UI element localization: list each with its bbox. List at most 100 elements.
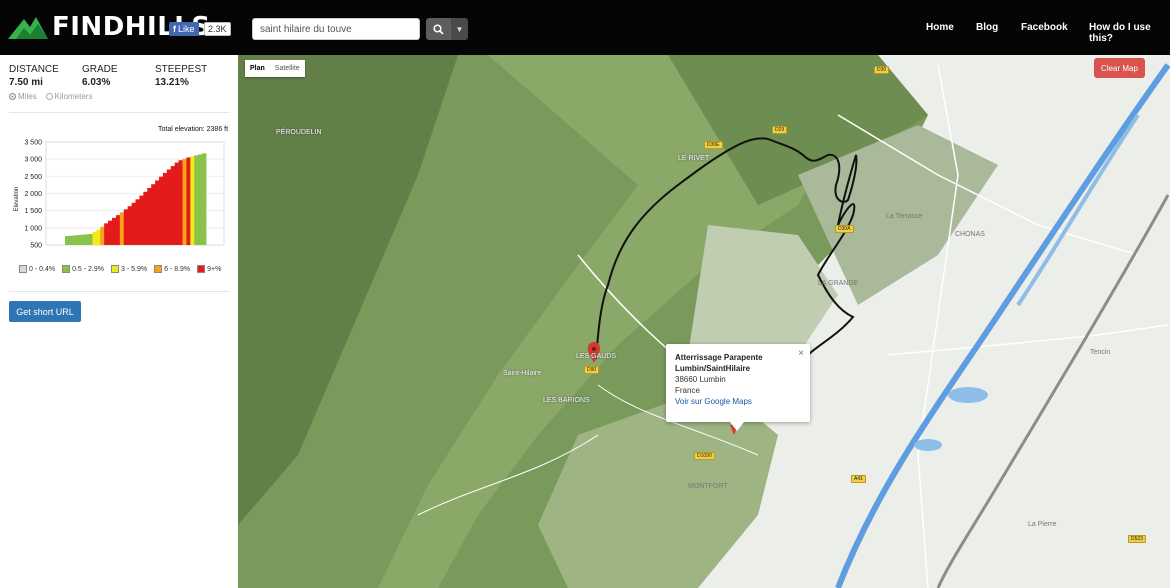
elevation-bar [131, 202, 136, 245]
y-tick-label: 3 500 [24, 140, 42, 147]
legend-swatch [197, 265, 206, 273]
elevation-bar [151, 184, 156, 245]
legend-label: 0.5 - 2.9% [72, 265, 104, 273]
map-type-plan[interactable]: Plan [245, 60, 270, 77]
elevation-bar [190, 156, 195, 245]
info-window-pointer [730, 422, 744, 431]
facebook-like-button[interactable]: f Like [169, 22, 199, 36]
terrain-map[interactable]: Plan Satellite Clear Map × Atterrissage … [238, 55, 1170, 588]
road-badge: D90 [584, 366, 600, 374]
unit-kilometers-label: Kilometers [54, 92, 93, 101]
distance-stat: DISTANCE 7.50 mi [9, 64, 59, 88]
elevation-bar [123, 209, 129, 245]
legend-item: 0 - 0.4% [19, 265, 55, 273]
caret-down-icon: ▼ [455, 24, 464, 34]
legend-item: 9+% [197, 265, 221, 273]
search-icon [433, 23, 444, 35]
elevation-bar [147, 188, 152, 245]
place-label: LES BARIONS [543, 397, 590, 404]
elevation-bar [159, 176, 164, 245]
nav-facebook[interactable]: Facebook [1021, 22, 1068, 33]
nav-blog[interactable]: Blog [976, 22, 998, 33]
map-info-window: × Atterrissage Parapente Lumbin/SaintHil… [666, 344, 810, 422]
get-short-url-button[interactable]: Get short URL [9, 301, 81, 322]
place-label: La Pierre [1028, 521, 1057, 528]
elevation-bar [68, 235, 74, 245]
unit-miles-radio[interactable]: Miles [9, 92, 37, 101]
steepest-value: 13.21% [155, 77, 189, 88]
place-label: PÉROUDELIN [276, 129, 322, 136]
y-tick-label: 3 000 [24, 157, 42, 164]
road-badge: D29 [772, 126, 788, 134]
like-label: Like [178, 24, 195, 34]
grade-legend: 0 - 0.4% 0.5 - 2.9% 3 - 5.9% 6 - 8.9% 9+% [19, 265, 221, 273]
unit-miles-label: Miles [18, 92, 37, 101]
map-type-satellite[interactable]: Satellite [270, 60, 305, 77]
elevation-bar [100, 226, 105, 245]
chart-title: Total elevation: 2386 ft [158, 126, 229, 133]
elevation-bar [186, 157, 191, 245]
place-label: LA GRANDE [818, 280, 859, 287]
road-badge: D30A [835, 225, 854, 233]
elevation-bar [72, 235, 78, 245]
search-input[interactable] [252, 18, 420, 40]
distance-value: 7.50 mi [9, 77, 43, 88]
legend-item: 0.5 - 2.9% [62, 265, 104, 273]
grade-value: 6.03% [82, 77, 111, 88]
elevation-bar [76, 235, 82, 245]
google-maps-link[interactable]: Voir sur Google Maps [675, 396, 801, 407]
elevation-bar [202, 153, 207, 245]
legend-swatch [19, 265, 27, 273]
grade-label: GRADE [82, 64, 118, 75]
facebook-icon: f [173, 24, 176, 34]
unit-kilometers-radio[interactable]: Kilometers [45, 92, 93, 101]
place-label: LE RIVET [678, 155, 710, 162]
legend-item: 3 - 5.9% [111, 265, 147, 273]
y-tick-label: 1 000 [24, 225, 42, 232]
elevation-bar [174, 162, 179, 245]
elevation-bar [166, 169, 172, 245]
road-badge: D30 [874, 66, 890, 74]
road-badge: D1090 [694, 452, 715, 460]
road-badge: D523 [1128, 535, 1146, 543]
search-button[interactable] [426, 18, 451, 40]
elevation-bar [104, 223, 109, 245]
map-canvas[interactable] [238, 55, 1170, 588]
y-axis-label: Elevation [14, 187, 20, 212]
info-country: France [675, 386, 700, 395]
elevation-bar [194, 155, 199, 245]
grade-stat: GRADE 6.03% [82, 64, 118, 88]
legend-swatch [111, 265, 119, 273]
elevation-bar [92, 231, 97, 245]
clear-map-button[interactable]: Clear Map [1094, 58, 1145, 78]
divider [9, 291, 229, 292]
nav-home[interactable]: Home [926, 22, 954, 33]
road-badge: A41 [851, 475, 866, 483]
place-label: Saint-Hilaire [503, 370, 542, 377]
map-type-control: Plan Satellite [245, 60, 305, 77]
radio-on-icon [9, 93, 16, 101]
elevation-bar [108, 220, 113, 245]
steepest-stat: STEEPEST 13.21% [155, 64, 207, 88]
elevation-bar [143, 191, 148, 245]
route-sidebar: DISTANCE 7.50 mi GRADE 6.03% STEEPEST 13… [0, 55, 238, 588]
steepest-label: STEEPEST [155, 64, 208, 75]
search-options-dropdown[interactable]: ▼ [451, 18, 468, 40]
radio-off-icon [45, 93, 53, 101]
elevation-bar [80, 234, 85, 245]
elevation-bar [178, 160, 183, 245]
unit-selector: Miles Kilometers [9, 92, 92, 101]
elevation-bar [65, 236, 70, 245]
legend-swatch [154, 265, 163, 273]
close-icon[interactable]: × [798, 348, 804, 359]
road-badge: D30E [704, 141, 723, 149]
legend-swatch [62, 265, 71, 273]
y-tick-label: 2 000 [24, 191, 42, 198]
mountain-logo-icon [8, 17, 48, 39]
place-label: CHONAS [955, 231, 985, 238]
elevation-chart: Elevation 3 500 3 000 2 500 2 000 1 500 1 000… [14, 140, 225, 250]
elevation-bar [96, 229, 101, 245]
place-label: MONTFORT [688, 483, 728, 490]
nav-how-to-use[interactable]: How do I use this? [1089, 22, 1170, 44]
y-tick-label: 500 [30, 243, 42, 250]
